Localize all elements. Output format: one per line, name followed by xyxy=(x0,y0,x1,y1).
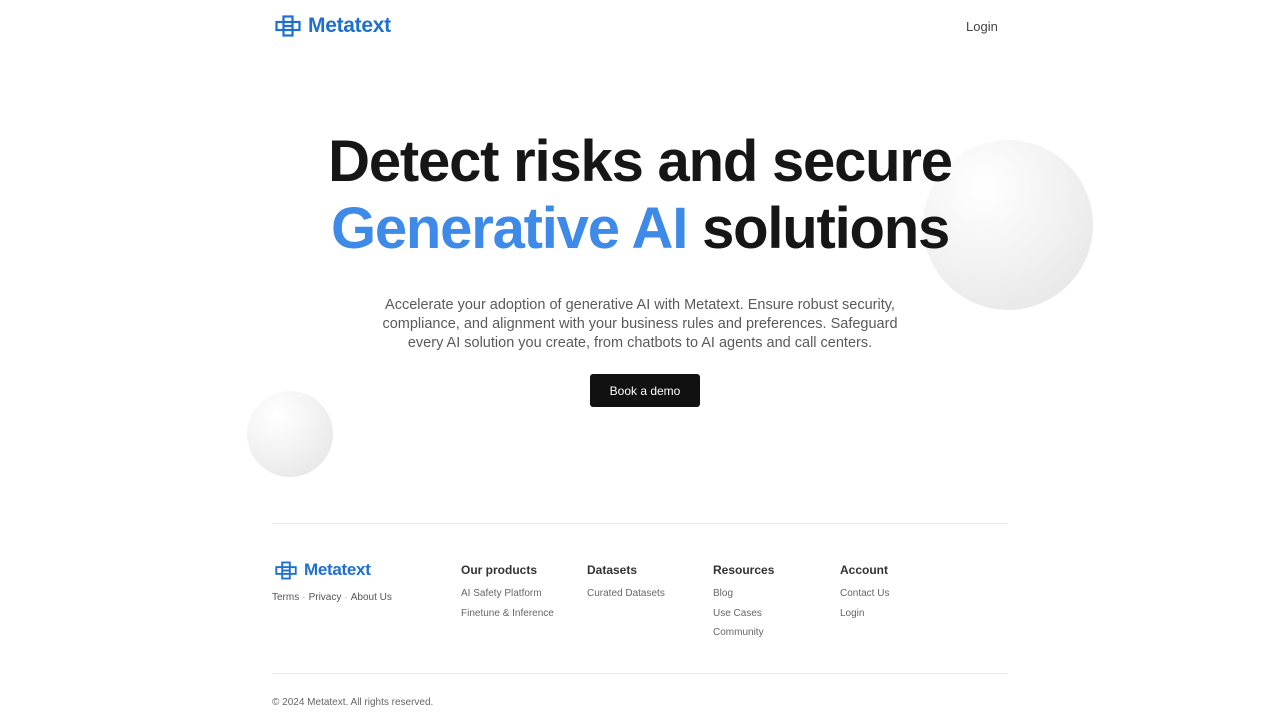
separator: · xyxy=(344,592,348,603)
footer-column-heading: Our products xyxy=(461,563,538,577)
footer-column-account: Account Contact Us Login xyxy=(840,563,889,623)
hero-title-rest: solutions xyxy=(687,196,950,261)
separator: · xyxy=(302,592,306,603)
brand-name: Metatext xyxy=(308,14,391,37)
terms-link[interactable]: Terms xyxy=(272,592,299,603)
footer-column-resources: Resources Blog Use Cases Community xyxy=(713,563,774,643)
copyright-text: © 2024 Metatext. All rights reserved. xyxy=(272,697,434,708)
footer-link-contact-us[interactable]: Contact Us xyxy=(840,584,889,604)
footer-logo-link[interactable]: Metatext xyxy=(275,560,371,580)
landing-page: Metatext Login Detect risks and secure G… xyxy=(0,0,1280,720)
footer-link-ai-safety-platform[interactable]: AI Safety Platform xyxy=(461,584,554,604)
hero-subtitle: Accelerate your adoption of generative A… xyxy=(382,297,898,351)
footer-link-finetune-inference[interactable]: Finetune & Inference xyxy=(461,604,554,624)
privacy-link[interactable]: Privacy xyxy=(309,592,342,603)
footer-column-datasets: Datasets Curated Datasets xyxy=(587,563,665,604)
decorative-orb-small xyxy=(247,391,333,477)
hero-title: Detect risks and secure Generative AI so… xyxy=(0,128,1280,262)
footer-column-heading: Datasets xyxy=(587,563,638,577)
footer-link-use-cases[interactable]: Use Cases xyxy=(713,604,774,624)
book-demo-button[interactable]: Book a demo xyxy=(590,374,700,407)
footer-column-heading: Account xyxy=(840,563,888,577)
footer-link-curated-datasets[interactable]: Curated Datasets xyxy=(587,584,665,604)
footer-divider-bottom xyxy=(272,673,1008,674)
footer-brand-name: Metatext xyxy=(304,560,371,579)
hero-title-line1: Detect risks and secure xyxy=(328,129,953,194)
grid-cross-logo-icon xyxy=(275,561,297,580)
header-logo-link[interactable]: Metatext xyxy=(275,14,391,38)
about-us-link[interactable]: About Us xyxy=(351,592,392,603)
footer-link-blog[interactable]: Blog xyxy=(713,584,774,604)
grid-cross-logo-icon xyxy=(275,15,301,37)
footer-legal-links: Terms · Privacy · About Us xyxy=(272,592,392,603)
header-login-link[interactable]: Login xyxy=(966,19,998,34)
footer-link-login[interactable]: Login xyxy=(840,604,889,624)
footer-divider-top xyxy=(272,523,1008,524)
footer-link-community[interactable]: Community xyxy=(713,623,774,643)
footer-column-products: Our products AI Safety Platform Finetune… xyxy=(461,563,554,623)
footer-column-heading: Resources xyxy=(713,563,775,577)
hero-title-accent: Generative AI xyxy=(330,196,688,261)
